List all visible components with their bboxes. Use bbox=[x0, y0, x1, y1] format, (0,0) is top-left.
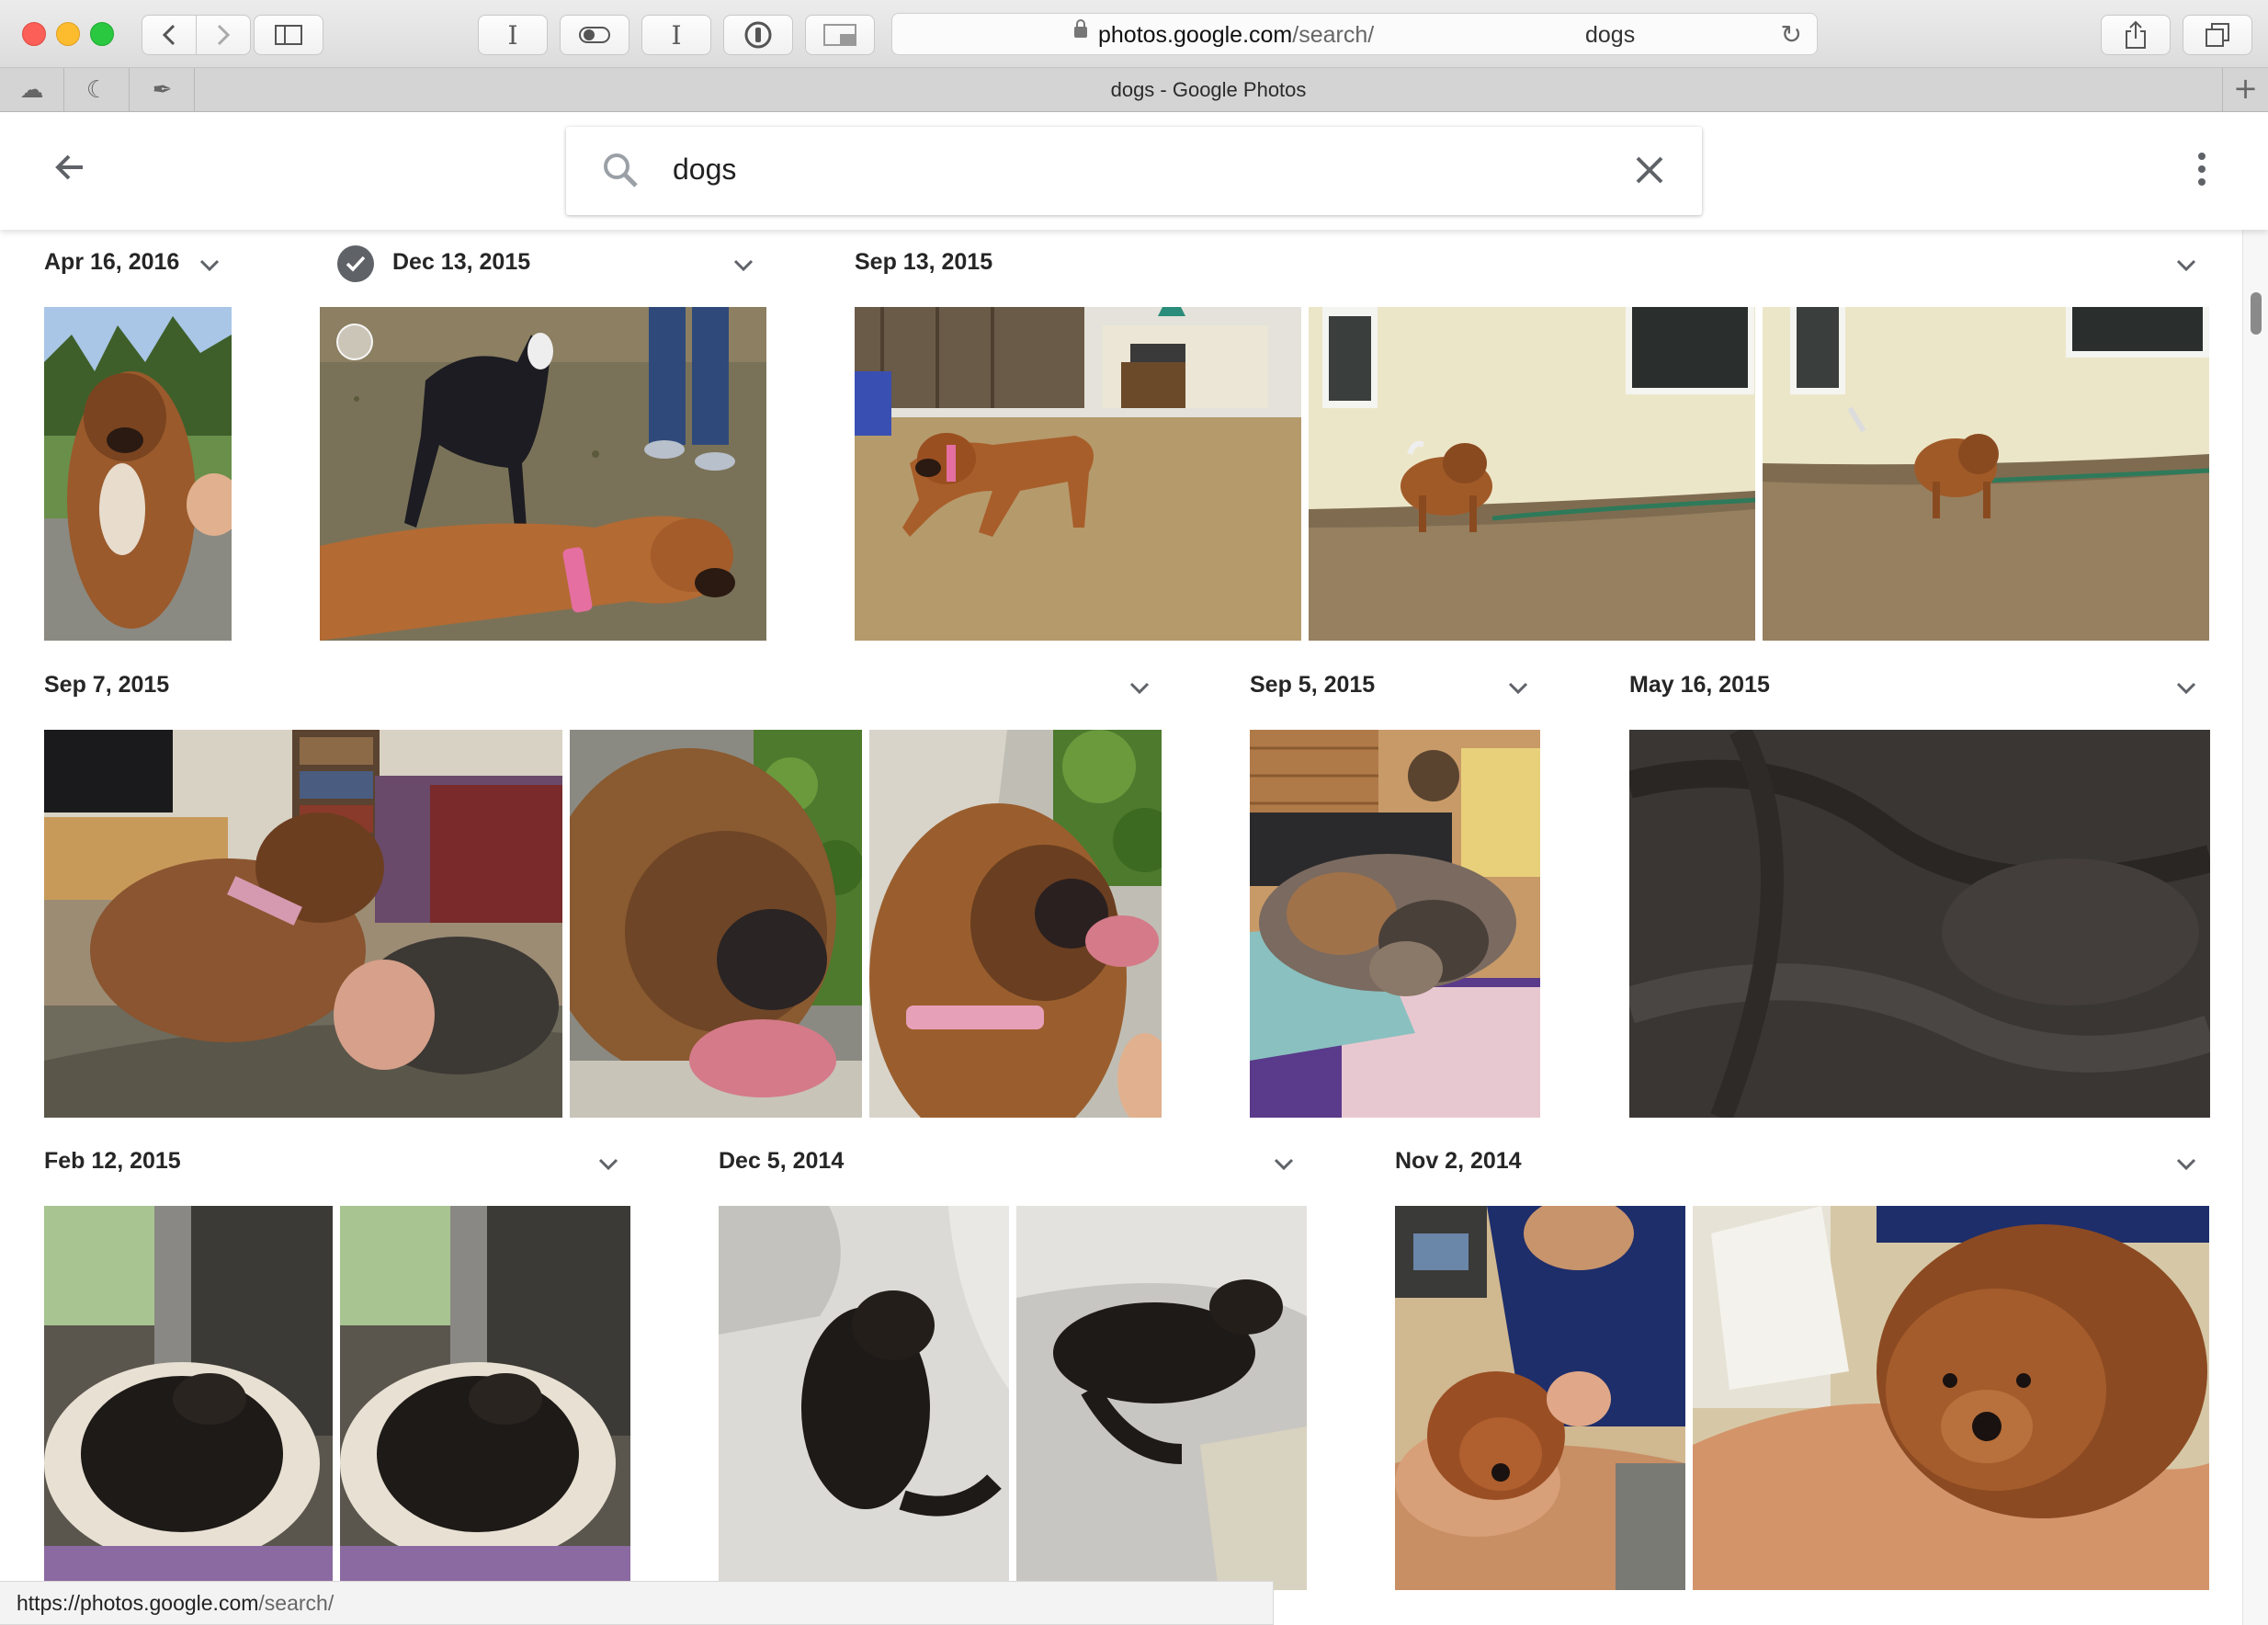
back-arrow-icon[interactable] bbox=[51, 149, 88, 186]
window-close-button[interactable] bbox=[22, 22, 46, 46]
search-box[interactable]: dogs bbox=[566, 127, 1702, 215]
more-options-icon[interactable] bbox=[2196, 153, 2207, 189]
lock-icon bbox=[1074, 19, 1087, 38]
address-path: /search/ bbox=[1292, 22, 1375, 48]
photo-dark-fleece-blanket[interactable] bbox=[1629, 730, 2210, 1118]
screenshot-extension-button[interactable] bbox=[805, 15, 875, 55]
photo-boxer-face-closeup-tongue[interactable] bbox=[570, 730, 862, 1118]
status-url-path: /search/ bbox=[258, 1591, 335, 1615]
reload-icon[interactable]: ↻ bbox=[1781, 19, 1802, 50]
share-button[interactable] bbox=[2101, 15, 2171, 55]
clear-search-icon[interactable] bbox=[1634, 154, 1665, 186]
chevron-down-icon[interactable] bbox=[733, 259, 754, 272]
status-bar-url: https://photos.google.com/search/ bbox=[0, 1581, 1274, 1625]
tabs-overview-button[interactable] bbox=[2183, 15, 2252, 55]
photo-boxer-running-patio[interactable] bbox=[855, 307, 1301, 641]
photo-red-puppy-lap[interactable] bbox=[1395, 1206, 1685, 1590]
address-query: dogs bbox=[1585, 22, 1636, 48]
photo-select-check-icon[interactable] bbox=[336, 324, 373, 360]
photo-tortoiseshell-cat-bed[interactable] bbox=[1250, 730, 1540, 1118]
chevron-down-icon[interactable] bbox=[2176, 1158, 2196, 1171]
status-url-host: https://photos.google.com bbox=[17, 1591, 259, 1615]
photo-boxer-near-house-1[interactable] bbox=[1309, 307, 1755, 641]
page-scrollbar[interactable] bbox=[2242, 230, 2268, 1625]
search-icon bbox=[604, 153, 638, 188]
group-date-dec-5-2014: Dec 5, 2014 bbox=[719, 1148, 845, 1174]
chevron-down-icon[interactable] bbox=[199, 259, 220, 272]
toggle-icon bbox=[579, 27, 610, 43]
search-input[interactable]: dogs bbox=[673, 153, 736, 187]
extension-toggle-button[interactable] bbox=[560, 15, 629, 55]
photo-boxer-licking-man-couch[interactable] bbox=[44, 730, 562, 1118]
search-results-grid: Apr 16, 2016 Dec 13, 2015 Sep 13, 2015 S… bbox=[0, 230, 2242, 1625]
group-date-feb-12-2015: Feb 12, 2015 bbox=[44, 1148, 181, 1174]
photo-black-cat-basket-2[interactable] bbox=[340, 1206, 630, 1590]
extension-button-3[interactable]: I bbox=[641, 15, 711, 55]
chevron-left-icon bbox=[162, 24, 176, 46]
chevron-down-icon[interactable] bbox=[598, 1158, 618, 1171]
address-host: photos.google.com bbox=[1098, 22, 1293, 48]
group-selected-check-icon[interactable] bbox=[337, 245, 374, 282]
photo-two-dogs-dirt-yard[interactable] bbox=[320, 307, 766, 641]
scrollbar-thumb[interactable] bbox=[2251, 292, 2262, 335]
address-bar[interactable]: photos.google.com/search/ dogs ↻ bbox=[891, 13, 1818, 55]
share-icon bbox=[2126, 20, 2146, 49]
group-date-apr-16-2016: Apr 16, 2016 bbox=[44, 249, 180, 275]
chevron-down-icon[interactable] bbox=[2176, 682, 2196, 695]
browser-toolbar: I I photos.google.com/search/ dogs ↻ bbox=[0, 0, 2268, 68]
text-cursor-icon: I bbox=[507, 19, 518, 51]
screenshot-icon bbox=[823, 24, 856, 46]
photo-red-puppy-closeup[interactable] bbox=[1693, 1206, 2209, 1590]
favorite-moon-icon[interactable]: ☾ bbox=[65, 68, 130, 111]
extension-button-1[interactable]: I bbox=[478, 15, 548, 55]
group-date-nov-2-2014: Nov 2, 2014 bbox=[1395, 1148, 1522, 1174]
sidebar-toggle-button[interactable] bbox=[254, 15, 323, 55]
photos-app-bar: dogs bbox=[0, 112, 2268, 230]
chevron-right-icon bbox=[217, 24, 231, 46]
chevron-down-icon[interactable] bbox=[2176, 259, 2196, 272]
chevron-down-icon[interactable] bbox=[1274, 1158, 1294, 1171]
tabs-icon bbox=[2206, 23, 2229, 47]
password-manager-icon bbox=[744, 21, 772, 49]
photo-boxer-tongue-out-pink-collar[interactable] bbox=[869, 730, 1162, 1118]
text-cursor-icon: I bbox=[671, 19, 682, 51]
active-tab-title[interactable]: dogs - Google Photos bbox=[198, 68, 2219, 111]
address-url: photos.google.com/search/ bbox=[1098, 22, 1374, 49]
tab-bar: ☁ ☾ ✒ dogs - Google Photos + bbox=[0, 68, 2268, 112]
group-date-sep-7-2015: Sep 7, 2015 bbox=[44, 672, 170, 698]
photo-boxer-near-house-2[interactable] bbox=[1763, 307, 2209, 641]
window-zoom-button[interactable] bbox=[90, 22, 114, 46]
sidebar-icon bbox=[275, 25, 302, 45]
photo-black-cat-sheets-2[interactable] bbox=[1016, 1206, 1307, 1590]
group-date-may-16-2015: May 16, 2015 bbox=[1629, 672, 1770, 698]
chevron-down-icon[interactable] bbox=[1508, 682, 1528, 695]
chevron-down-icon[interactable] bbox=[1129, 682, 1150, 695]
favorite-feather-icon[interactable]: ✒ bbox=[130, 68, 195, 111]
photo-black-cat-sheets-1[interactable] bbox=[719, 1206, 1009, 1590]
group-date-sep-13-2015: Sep 13, 2015 bbox=[855, 249, 993, 275]
photo-boxer-sitting-trees[interactable] bbox=[44, 307, 232, 641]
favorite-cloud-icon[interactable]: ☁ bbox=[0, 68, 64, 111]
forward-nav-button[interactable] bbox=[196, 15, 251, 55]
back-nav-button[interactable] bbox=[142, 15, 197, 55]
window-minimize-button[interactable] bbox=[56, 22, 80, 46]
group-date-sep-5-2015: Sep 5, 2015 bbox=[1250, 672, 1376, 698]
photo-black-cat-basket-1[interactable] bbox=[44, 1206, 333, 1590]
new-tab-button[interactable]: + bbox=[2222, 68, 2268, 111]
group-date-dec-13-2015: Dec 13, 2015 bbox=[392, 249, 531, 275]
password-manager-button[interactable] bbox=[723, 15, 793, 55]
